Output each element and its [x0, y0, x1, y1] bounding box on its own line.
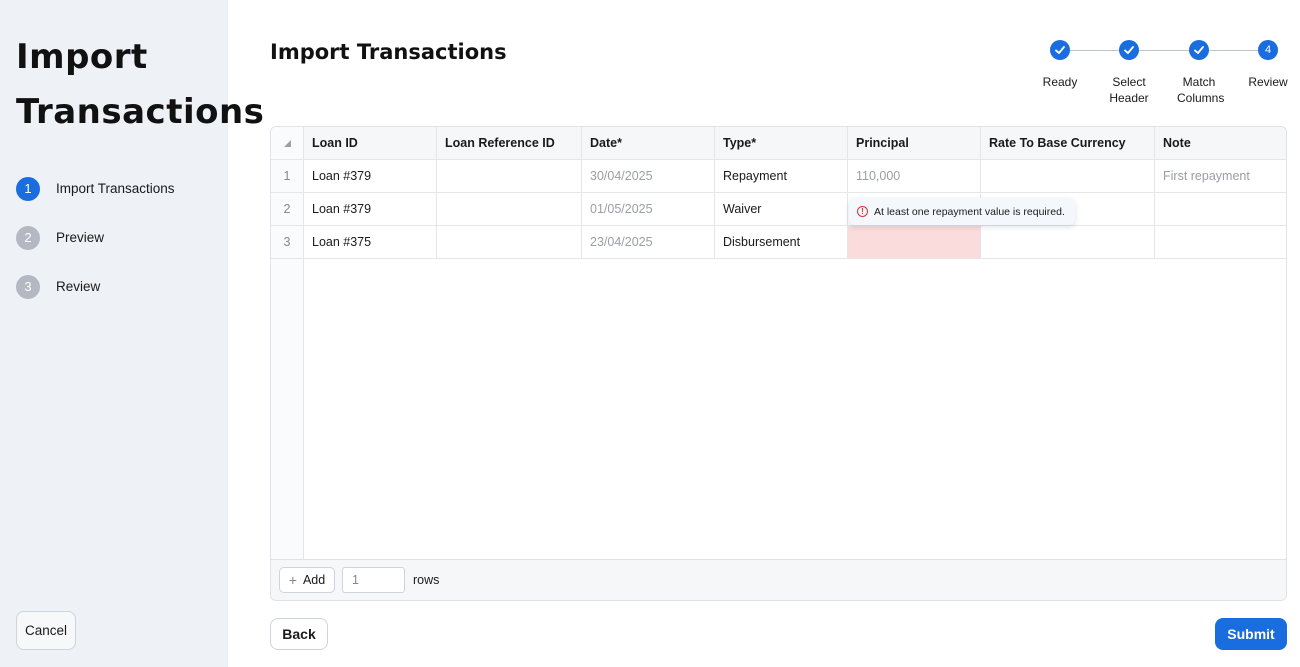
grid-cell[interactable]: Loan #379 [304, 160, 437, 193]
sidebar: Import Transactions 1 Import Transaction… [0, 0, 264, 667]
row-number: 1 [271, 160, 304, 193]
column-header-loan-id[interactable]: Loan ID [304, 127, 437, 160]
stepper-connector [1139, 50, 1189, 51]
sidebar-title-line2: Transactions [16, 92, 265, 132]
checkmark-icon [1124, 46, 1134, 54]
grid-cell[interactable]: Disbursement [715, 226, 848, 259]
add-rows-label: Add [302, 573, 326, 587]
stepper-label-ready: Ready [1042, 75, 1078, 89]
sidebar-step-preview[interactable]: 2 Preview [16, 225, 175, 250]
validation-error-tooltip: ! At least one repayment value is requir… [849, 198, 1075, 225]
grid-cell[interactable]: Loan #375 [304, 226, 437, 259]
grid-cell[interactable] [981, 160, 1155, 193]
checkmark-icon [1055, 46, 1065, 54]
grid-cell[interactable] [437, 160, 582, 193]
row-number: 2 [271, 193, 304, 226]
triangle-sort-icon [283, 139, 291, 147]
sidebar-title-line1: Import [16, 37, 148, 77]
sidebar-step-review[interactable]: 3 Review [16, 274, 175, 299]
sidebar-step-label: Preview [56, 230, 105, 245]
column-header-principal[interactable]: Principal [848, 127, 981, 160]
checkmark-icon [1194, 46, 1204, 54]
stepper-label-review: Review [1248, 75, 1288, 89]
grid-cell[interactable] [437, 226, 582, 259]
add-rows-button[interactable]: + Add [279, 567, 335, 593]
plus-icon: + [288, 572, 297, 588]
grid-cell[interactable]: 110,000 [848, 160, 981, 193]
column-header-date[interactable]: Date* [582, 127, 715, 160]
error-icon: ! [857, 206, 868, 217]
select-all-corner[interactable] [271, 127, 304, 160]
step-number-badge: 2 [16, 225, 40, 250]
sidebar-step-label: Review [56, 279, 101, 294]
sidebar-step-import-transactions[interactable]: 1 Import Transactions [16, 176, 175, 201]
rows-label: rows [413, 573, 440, 587]
stepper-label-select-header: Select Header [1109, 75, 1149, 105]
grid-cell[interactable]: First repayment [1155, 160, 1286, 193]
submit-button[interactable]: Submit [1215, 618, 1287, 650]
grid-cell[interactable]: 01/05/2025 [582, 193, 715, 226]
validation-error-message: At least one repayment value is required… [874, 205, 1065, 218]
stepper-node-review: 4 [1258, 40, 1278, 60]
sidebar-steps: 1 Import Transactions 2 Preview 3 Review [16, 176, 175, 323]
stepper-node-ready [1050, 40, 1070, 60]
step-number-badge: 3 [16, 274, 40, 299]
grid-footer: + Add rows [271, 559, 1286, 600]
column-header-note[interactable]: Note [1155, 127, 1286, 160]
grid-cell[interactable] [437, 193, 582, 226]
stepper-connector [1209, 50, 1258, 51]
stepper-node-select-header [1119, 40, 1139, 60]
grid-cell[interactable]: 30/04/2025 [582, 160, 715, 193]
column-header-loan-reference-id[interactable]: Loan Reference ID [437, 127, 582, 160]
page-title: Import Transactions [270, 40, 507, 64]
grid-cell[interactable] [1155, 193, 1286, 226]
sidebar-title: Import Transactions [16, 30, 264, 140]
step-number-badge: 1 [16, 176, 40, 201]
column-header-type[interactable]: Type* [715, 127, 848, 160]
grid-cell-error[interactable] [848, 226, 981, 259]
stepper-connector [1070, 50, 1119, 51]
grid-cell[interactable]: 23/04/2025 [582, 226, 715, 259]
row-number: 3 [271, 226, 304, 259]
grid-cell[interactable]: Waiver [715, 193, 848, 226]
grid-cell[interactable]: Loan #379 [304, 193, 437, 226]
back-button[interactable]: Back [270, 618, 328, 650]
grid-cell[interactable] [1155, 226, 1286, 259]
rows-count-input[interactable] [342, 567, 405, 593]
progress-stepper: 4 Ready Select Header Match Columns Revi… [1030, 40, 1290, 110]
column-header-rate-to-base-currency[interactable]: Rate To Base Currency [981, 127, 1155, 160]
sidebar-step-label: Import Transactions [56, 181, 175, 196]
stepper-node-match-columns [1189, 40, 1209, 60]
transactions-grid: Loan ID Loan Reference ID Date* Type* Pr… [270, 126, 1287, 601]
stepper-label-match-columns: Match Columns [1177, 75, 1225, 105]
grid-cell[interactable] [981, 226, 1155, 259]
cancel-button[interactable]: Cancel [16, 611, 76, 650]
grid-cell[interactable]: Repayment [715, 160, 848, 193]
